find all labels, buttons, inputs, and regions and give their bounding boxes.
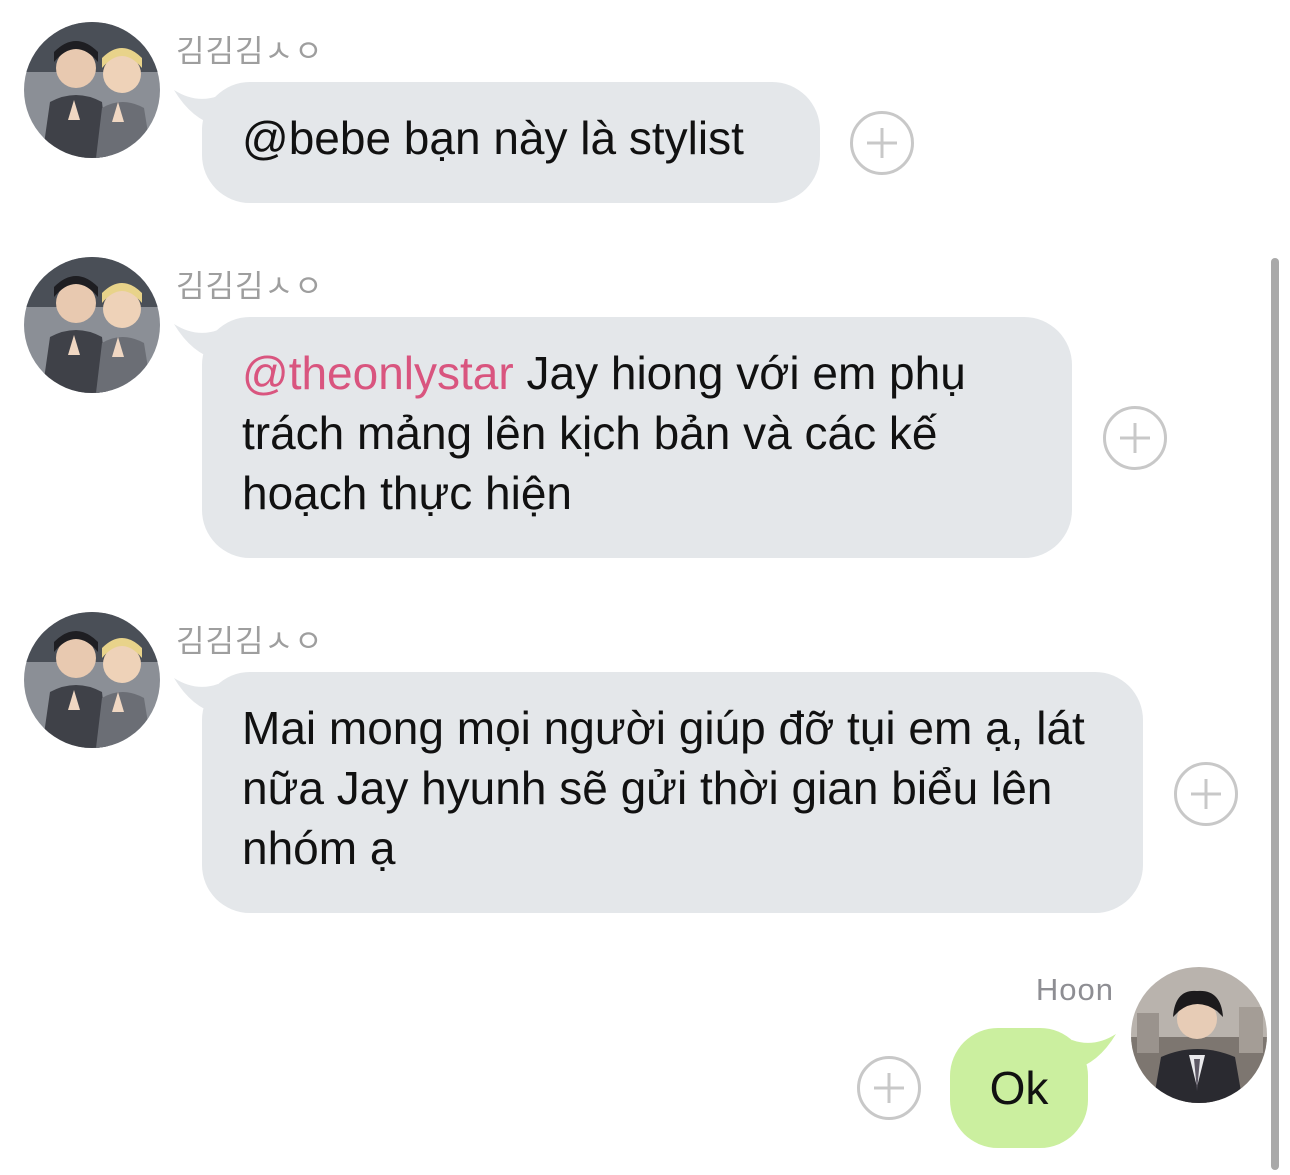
sender-avatar[interactable]: [24, 22, 160, 158]
add-reaction-button[interactable]: [1103, 406, 1167, 470]
sender-avatar[interactable]: [1131, 967, 1267, 1103]
group-photo-icon: [24, 612, 160, 748]
sender-name: Hoon: [1035, 972, 1114, 1007]
profile-photo-icon: [1131, 967, 1267, 1103]
sender-avatar[interactable]: [24, 612, 160, 748]
message-text: Mai mong mọi người giúp đỡ tụi em ạ, lát…: [242, 702, 1085, 874]
add-reaction-button[interactable]: [857, 1056, 921, 1120]
message-bubble[interactable]: @bebe bạn này là stylist: [202, 82, 820, 203]
chat-view: 김김김ㅅㅇ @bebe bạn này là stylist 김김김ㅅㅇ @th…: [0, 0, 1290, 1175]
sender-name: 김김김ㅅㅇ: [176, 624, 324, 660]
message-bubble[interactable]: @theonlystar Jay hiong với em phụ trách …: [202, 317, 1072, 558]
message-bubble[interactable]: Ok: [950, 1028, 1088, 1148]
add-reaction-button[interactable]: [1174, 762, 1238, 826]
mention-link[interactable]: @theonlystar: [242, 347, 514, 399]
group-photo-icon: [24, 22, 160, 158]
message-text: @bebe bạn này là stylist: [242, 112, 744, 164]
group-photo-icon: [24, 257, 160, 393]
sender-name: 김김김ㅅㅇ: [176, 269, 324, 305]
message-text: Ok: [989, 1062, 1049, 1114]
sender-name: 김김김ㅅㅇ: [176, 34, 324, 70]
message-bubble[interactable]: Mai mong mọi người giúp đỡ tụi em ạ, lát…: [202, 672, 1143, 913]
scrollbar[interactable]: [1271, 258, 1279, 1170]
sender-avatar[interactable]: [24, 257, 160, 393]
add-reaction-button[interactable]: [850, 111, 914, 175]
